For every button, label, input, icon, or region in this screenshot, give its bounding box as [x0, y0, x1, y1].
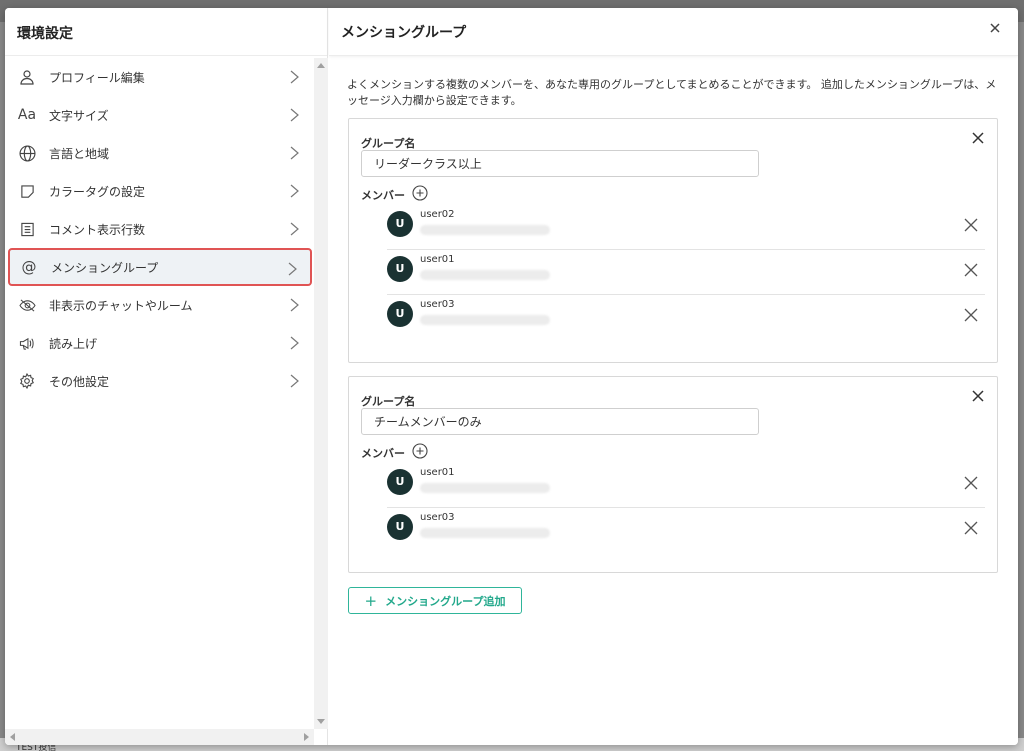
delete-group-icon[interactable]	[971, 389, 985, 403]
settings-menu: プロフィール編集 Aa 文字サイズ 言語と地域 カラータグの設定 コメント表示行…	[5, 58, 315, 400]
menu-item-hidden-chats[interactable]: 非表示のチャットやルーム	[5, 286, 315, 324]
chevron-right-icon	[290, 336, 299, 350]
menu-item-label: その他設定	[49, 374, 110, 389]
close-icon[interactable]	[986, 19, 1004, 37]
menu-item-label: メンショングループ	[51, 260, 159, 275]
remove-member-icon[interactable]	[963, 262, 979, 278]
remove-member-icon[interactable]	[963, 307, 979, 323]
member-detail-blurred	[420, 483, 550, 493]
settings-modal: 環境設定 プロフィール編集 Aa 文字サイズ 言語と地域 カラータグの設定 コメ…	[5, 8, 1018, 745]
menu-item-font-size[interactable]: Aa 文字サイズ	[5, 96, 315, 134]
scroll-right-icon[interactable]	[304, 733, 309, 741]
add-member-icon[interactable]	[412, 443, 428, 459]
add-mention-group-button[interactable]: + メンショングループ追加	[348, 587, 522, 614]
add-mention-group-label: メンショングループ追加	[385, 594, 506, 608]
chevron-right-icon	[290, 108, 299, 122]
group-name-input[interactable]	[361, 408, 759, 435]
menu-item-label: カラータグの設定	[49, 184, 146, 199]
member-name: user01	[420, 254, 455, 265]
member-detail-blurred	[420, 528, 550, 538]
settings-sidebar: 環境設定 プロフィール編集 Aa 文字サイズ 言語と地域 カラータグの設定 コメ…	[5, 8, 328, 745]
menu-item-other-settings[interactable]: その他設定	[5, 362, 315, 400]
panel-description: よくメンションする複数のメンバーを、あなた専用のグループとしてまとめることができ…	[347, 78, 997, 107]
at-icon: @	[21, 258, 37, 276]
member-row: U user03	[387, 508, 985, 553]
chevron-right-icon	[290, 298, 299, 312]
avatar: U	[387, 469, 413, 495]
panel-title: メンショングループ	[329, 8, 1018, 56]
remove-member-icon[interactable]	[963, 520, 979, 536]
eye-off-icon	[17, 295, 37, 315]
chevron-right-icon	[290, 222, 299, 236]
menu-item-comment-lines[interactable]: コメント表示行数	[5, 210, 315, 248]
avatar: U	[387, 301, 413, 327]
mention-group-panel: メンショングループ よくメンションする複数のメンバーを、あなた専用のグループとし…	[329, 8, 1018, 745]
menu-item-label: 読み上げ	[49, 336, 98, 351]
chevron-right-icon	[290, 70, 299, 84]
member-row: U user03	[387, 295, 985, 340]
menu-item-label: コメント表示行数	[49, 222, 146, 237]
member-row: U user01	[387, 463, 985, 508]
globe-icon	[17, 143, 37, 163]
megaphone-icon	[17, 333, 37, 353]
menu-item-label: 文字サイズ	[49, 108, 109, 123]
list-icon	[17, 219, 37, 239]
group-name-label: グループ名	[361, 137, 416, 150]
sidebar-vertical-scrollbar[interactable]	[314, 58, 328, 729]
menu-item-profile[interactable]: プロフィール編集	[5, 58, 315, 96]
avatar: U	[387, 211, 413, 237]
member-name: user02	[420, 209, 455, 220]
chevron-right-icon	[290, 184, 299, 198]
avatar: U	[387, 514, 413, 540]
member-label: メンバー	[361, 189, 405, 202]
delete-group-icon[interactable]	[971, 131, 985, 145]
chevron-right-icon	[290, 146, 299, 160]
member-name: user03	[420, 512, 455, 523]
tag-icon	[17, 181, 37, 201]
person-icon	[17, 67, 37, 87]
member-label: メンバー	[361, 447, 405, 460]
group-name-input[interactable]	[361, 150, 759, 177]
mention-group-card: グループ名 メンバー U user02 U user01 U user03	[348, 118, 998, 363]
chevron-right-icon	[288, 262, 297, 276]
scroll-left-icon[interactable]	[10, 733, 15, 741]
menu-item-label: 言語と地域	[49, 146, 110, 161]
avatar: U	[387, 256, 413, 282]
sidebar-horizontal-scrollbar[interactable]	[5, 729, 314, 745]
mention-group-card: グループ名 メンバー U user01 U user03	[348, 376, 998, 573]
scroll-up-icon[interactable]	[317, 63, 325, 68]
add-member-icon[interactable]	[412, 185, 428, 201]
group-name-label: グループ名	[361, 395, 416, 408]
gear-icon	[17, 371, 37, 391]
member-name: user03	[420, 299, 455, 310]
menu-item-color-tag[interactable]: カラータグの設定	[5, 172, 315, 210]
member-detail-blurred	[420, 270, 550, 280]
menu-item-label: 非表示のチャットやルーム	[49, 298, 193, 313]
remove-member-icon[interactable]	[963, 475, 979, 491]
sidebar-title: 環境設定	[5, 8, 327, 56]
member-row: U user02	[387, 205, 985, 250]
font-size-icon: Aa	[17, 107, 37, 123]
plus-icon: +	[364, 591, 378, 610]
member-row: U user01	[387, 250, 985, 295]
member-detail-blurred	[420, 315, 550, 325]
member-detail-blurred	[420, 225, 550, 235]
member-name: user01	[420, 467, 455, 478]
chevron-right-icon	[290, 374, 299, 388]
remove-member-icon[interactable]	[963, 217, 979, 233]
menu-item-label: プロフィール編集	[49, 70, 145, 85]
menu-item-language[interactable]: 言語と地域	[5, 134, 315, 172]
menu-item-read-aloud[interactable]: 読み上げ	[5, 324, 315, 362]
menu-item-mention-group[interactable]: @ メンショングループ	[8, 248, 312, 286]
scroll-down-icon[interactable]	[317, 719, 325, 724]
